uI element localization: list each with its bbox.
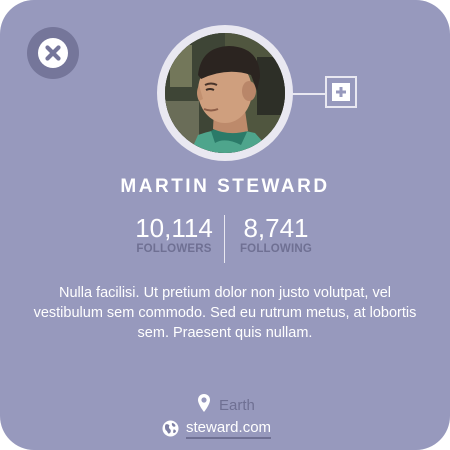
globe-icon [162, 420, 179, 437]
close-icon [38, 38, 68, 68]
profile-card: MARTIN STEWARD 10,114 FOLLOWERS 8,741 FO… [0, 0, 450, 450]
followers-stat[interactable]: 10,114 FOLLOWERS [130, 213, 218, 255]
website-row: steward.com [0, 418, 450, 440]
website-link[interactable]: steward.com [186, 419, 272, 439]
profile-name: MARTIN STEWARD [120, 176, 330, 197]
stats-divider [224, 215, 225, 263]
profile-stats: 10,114 FOLLOWERS 8,741 FOLLOWING [0, 213, 450, 265]
following-label: FOLLOWING [239, 243, 313, 255]
avatar-photo [165, 33, 285, 153]
close-button[interactable] [27, 27, 79, 79]
follow-add-button[interactable] [325, 76, 357, 108]
following-stat[interactable]: 8,741 FOLLOWING [234, 213, 318, 255]
avatar-frame [157, 25, 293, 161]
followers-count: 10,114 [135, 213, 213, 243]
profile-bio: Nulla facilisi. Ut pretium dolor non jus… [33, 285, 417, 341]
followers-label: FOLLOWERS [136, 243, 212, 255]
avatar[interactable] [165, 33, 285, 153]
location-row: Earth [0, 393, 450, 415]
plus-icon [332, 83, 350, 101]
connector-line [292, 93, 326, 95]
map-pin-icon [198, 394, 210, 412]
following-count: 8,741 [243, 213, 309, 243]
location-text: Earth [219, 397, 255, 414]
